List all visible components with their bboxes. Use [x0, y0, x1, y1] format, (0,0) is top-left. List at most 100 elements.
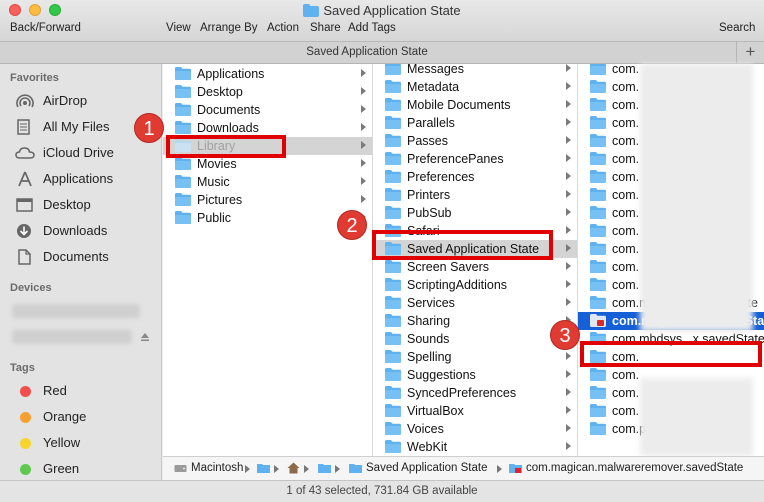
list-item[interactable]: Voices	[373, 420, 577, 438]
chevron-right-icon	[566, 118, 571, 126]
list-item[interactable]: PubSub	[373, 204, 577, 222]
device-item-redacted[interactable]	[12, 330, 132, 344]
chevron-right-icon	[566, 298, 571, 306]
list-item-label: com.	[612, 116, 640, 130]
folder-icon	[590, 422, 606, 435]
list-item[interactable]: Pictures	[163, 191, 372, 209]
sidebar-item-documents[interactable]: Documents	[15, 246, 160, 268]
list-item-label: com.	[612, 404, 640, 418]
applications-icon	[15, 171, 35, 187]
list-item[interactable]: Messages	[373, 64, 577, 78]
folder-icon	[385, 368, 401, 381]
list-item[interactable]: Mobile Documents	[373, 96, 577, 114]
chevron-right-icon	[566, 154, 571, 162]
folder-icon	[385, 170, 401, 183]
folder-icon	[590, 404, 606, 417]
list-item-label: com.	[612, 260, 640, 274]
chevron-right-icon	[566, 352, 571, 360]
folder-icon[interactable]	[318, 462, 331, 474]
list-item[interactable]: Parallels	[373, 114, 577, 132]
list-item-label: com.	[612, 170, 640, 184]
tab-saved-application-state[interactable]: Saved Application State	[0, 46, 734, 58]
list-item[interactable]: SyncedPreferences	[373, 384, 577, 402]
list-item[interactable]: Passes	[373, 132, 577, 150]
list-item[interactable]: Sounds	[373, 330, 577, 348]
sidebar-tag-orange[interactable]: Orange	[15, 406, 160, 428]
list-item[interactable]: Printers	[373, 186, 577, 204]
list-item-label: Screen Savers	[407, 260, 489, 274]
chevron-right-icon	[566, 136, 571, 144]
folder-icon	[385, 152, 401, 165]
folder-icon	[385, 98, 401, 111]
desktop-icon	[15, 197, 35, 213]
list-item-label: WebKit	[407, 440, 448, 454]
list-item[interactable]: WebKit	[373, 438, 577, 456]
highlight-box-savedstate-file	[580, 341, 762, 367]
list-item[interactable]: Screen Savers	[373, 258, 577, 276]
list-item[interactable]: Preferences	[373, 168, 577, 186]
all-files-icon	[15, 119, 35, 135]
folder-icon	[590, 278, 606, 291]
list-item[interactable]: Services	[373, 294, 577, 312]
folder-icon	[385, 64, 401, 75]
sidebar-item-applications[interactable]: Applications	[15, 168, 160, 190]
folder-icon	[590, 206, 606, 219]
download-icon	[15, 223, 35, 239]
add-tags-button[interactable]: Add Tags	[348, 22, 396, 34]
list-item[interactable]: Spelling	[373, 348, 577, 366]
list-item[interactable]: Desktop	[163, 83, 372, 101]
sidebar-item-desktop[interactable]: Desktop	[15, 194, 160, 216]
list-item[interactable]: VirtualBox	[373, 402, 577, 420]
view-button[interactable]: View	[166, 22, 191, 34]
sidebar-item-icloud-drive[interactable]: iCloud Drive	[15, 142, 160, 164]
list-item[interactable]: Metadata	[373, 78, 577, 96]
path-item-saved-application-state[interactable]: Saved Application State	[366, 462, 487, 474]
airdrop-icon	[15, 93, 35, 109]
list-item-label: Mobile Documents	[407, 98, 511, 112]
list-item[interactable]: Applications	[163, 65, 372, 83]
list-item[interactable]: Suggestions	[373, 366, 577, 384]
sidebar-item-airdrop[interactable]: AirDrop	[15, 90, 160, 112]
redaction-blur	[640, 378, 753, 456]
sidebar-tag-green[interactable]: Green	[15, 458, 160, 480]
folder-icon	[175, 193, 191, 206]
list-item-label: Spelling	[407, 350, 452, 364]
folder-icon[interactable]	[257, 462, 270, 474]
arrange-by-button[interactable]: Arrange By	[200, 22, 258, 34]
list-item[interactable]: Documents	[163, 101, 372, 119]
folder-icon	[385, 134, 401, 147]
folder-icon	[590, 152, 606, 165]
path-item-savedstate-file[interactable]: com.magican.malwareremover.savedState	[526, 462, 743, 474]
tag-color-dot	[20, 438, 31, 449]
action-button[interactable]: Action	[267, 22, 299, 34]
sidebar-tag-red[interactable]: Red	[15, 380, 160, 402]
tag-color-dot	[20, 386, 31, 397]
chevron-right-icon	[566, 424, 571, 432]
folder-icon	[175, 121, 191, 134]
path-item-macintosh[interactable]: Macintosh	[191, 462, 243, 474]
eject-icon[interactable]	[140, 331, 150, 345]
hard-drive-icon	[174, 462, 187, 474]
new-tab-button[interactable]: +	[736, 42, 764, 63]
chevron-right-icon	[361, 159, 366, 167]
list-item[interactable]: Sharing	[373, 312, 577, 330]
home-icon[interactable]	[287, 462, 300, 474]
sidebar-item-downloads[interactable]: Downloads	[15, 220, 160, 242]
list-item-label: VirtualBox	[407, 404, 464, 418]
folder-icon	[385, 188, 401, 201]
sidebar-tag-yellow[interactable]: Yellow	[15, 432, 160, 454]
search-button[interactable]: Search	[719, 22, 755, 34]
column-home: Applications Desktop Documents Downloads Lib…	[163, 64, 373, 456]
list-item-label: Passes	[407, 134, 448, 148]
list-item[interactable]: PreferencePanes	[373, 150, 577, 168]
list-item[interactable]: ScriptingAdditions	[373, 276, 577, 294]
path-separator	[245, 465, 250, 473]
list-item[interactable]: Music	[163, 173, 372, 191]
back-forward-button[interactable]: Back/Forward	[10, 22, 81, 34]
list-item-label: Applications	[197, 67, 265, 81]
folder-icon	[385, 296, 401, 309]
device-item-redacted[interactable]	[12, 304, 140, 318]
path-bar: Macintosh Saved Application State com.ma…	[163, 456, 764, 480]
folder-icon	[175, 211, 191, 224]
share-button[interactable]: Share	[310, 22, 341, 34]
